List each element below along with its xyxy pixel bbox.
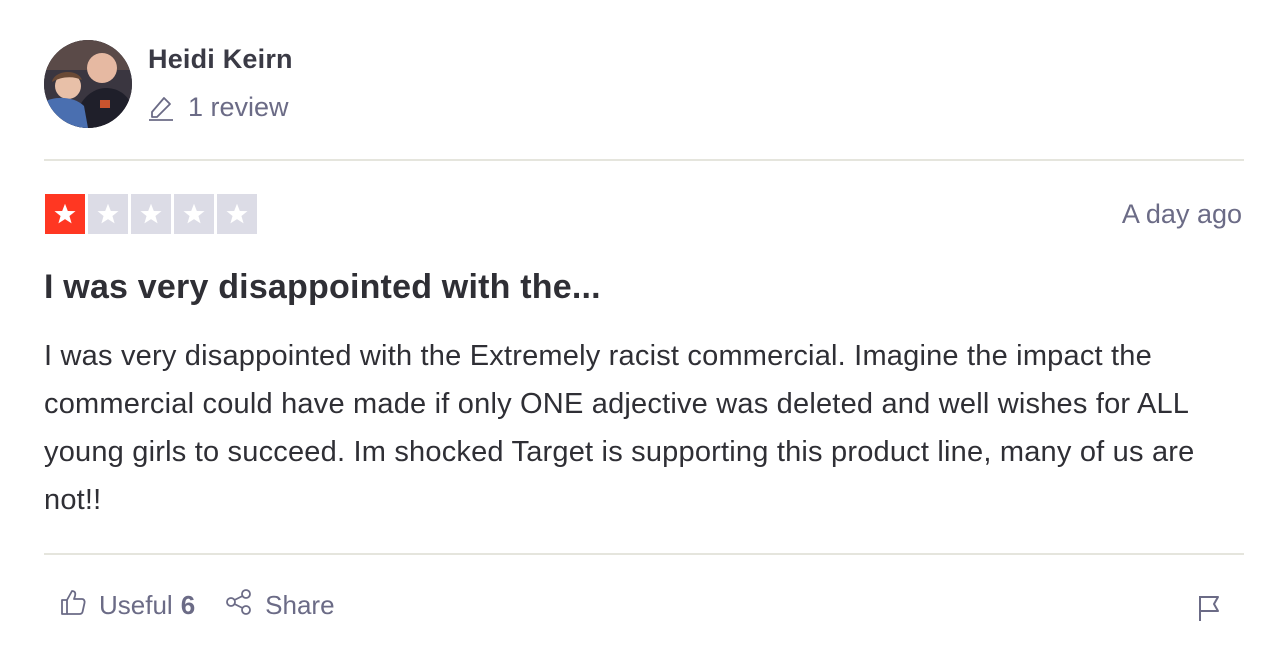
star-empty-icon bbox=[88, 194, 128, 234]
flag-icon[interactable] bbox=[1196, 594, 1222, 622]
review-title[interactable]: I was very disappointed with the... bbox=[44, 268, 601, 307]
thumbs-up-icon bbox=[59, 588, 87, 623]
review-body: I was very disappointed with the Extreme… bbox=[44, 340, 1195, 516]
review-count[interactable]: 1 review bbox=[148, 92, 289, 123]
review-date: A day ago bbox=[1121, 199, 1242, 229]
share-button[interactable]: Share bbox=[225, 588, 335, 623]
useful-count: 6 bbox=[180, 590, 196, 620]
avatar[interactable] bbox=[44, 40, 132, 128]
review-count-label: 1 review bbox=[188, 92, 289, 122]
reviewer-name[interactable]: Heidi Keirn bbox=[148, 44, 293, 75]
star-rating bbox=[45, 194, 257, 234]
star-empty-icon bbox=[131, 194, 171, 234]
divider bbox=[44, 159, 1244, 161]
divider bbox=[44, 553, 1244, 555]
share-icon bbox=[225, 588, 253, 623]
reviewer-header: Heidi Keirn 1 review bbox=[44, 40, 1244, 130]
review-card: Heidi Keirn 1 review A day ago I was ver… bbox=[44, 0, 1244, 670]
share-label: Share bbox=[265, 590, 335, 620]
star-filled-icon bbox=[45, 194, 85, 234]
useful-button[interactable]: Useful 6 bbox=[59, 588, 195, 623]
review-actions: Useful 6 Share bbox=[59, 588, 335, 623]
star-empty-icon bbox=[217, 194, 257, 234]
useful-label: Useful bbox=[99, 590, 173, 620]
star-empty-icon bbox=[174, 194, 214, 234]
pencil-icon bbox=[148, 95, 174, 121]
